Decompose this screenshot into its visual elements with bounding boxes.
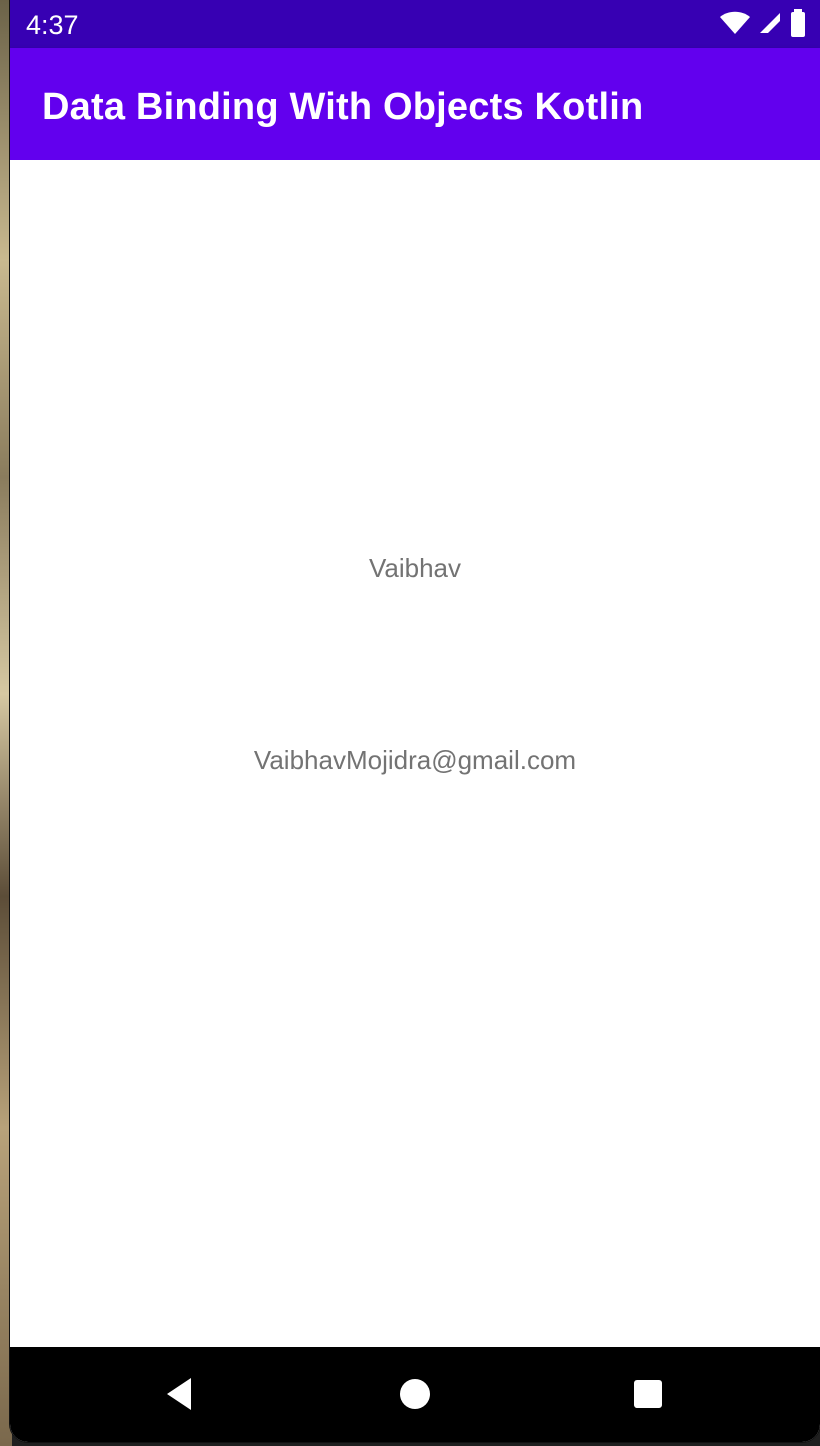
user-name-text: Vaibhav — [368, 553, 462, 583]
main-content: Vaibhav VaibhavMojidra@gmail.com — [10, 160, 820, 1347]
wifi-icon — [720, 11, 750, 40]
app-title: Data Binding With Objects Kotlin — [42, 86, 644, 128]
recent-apps-icon — [632, 1378, 664, 1415]
home-button[interactable] — [398, 1378, 432, 1415]
android-app-screen: 4:37 Data Binding With Objects Kotlin Va… — [10, 0, 820, 1442]
status-time: 4:37 — [26, 10, 79, 40]
recent-apps-button[interactable] — [631, 1379, 665, 1413]
home-icon — [399, 1378, 431, 1415]
back-button[interactable] — [162, 1377, 196, 1416]
app-bar: Data Binding With Objects Kotlin — [10, 48, 820, 160]
back-icon — [163, 1377, 195, 1416]
user-email-text: VaibhavMojidra@gmail.com — [253, 745, 577, 775]
status-bar: 4:37 — [10, 0, 820, 48]
system-navigation-bar — [10, 1347, 820, 1442]
signal-icon — [758, 11, 782, 40]
battery-icon — [790, 8, 806, 42]
status-icons — [720, 8, 806, 42]
